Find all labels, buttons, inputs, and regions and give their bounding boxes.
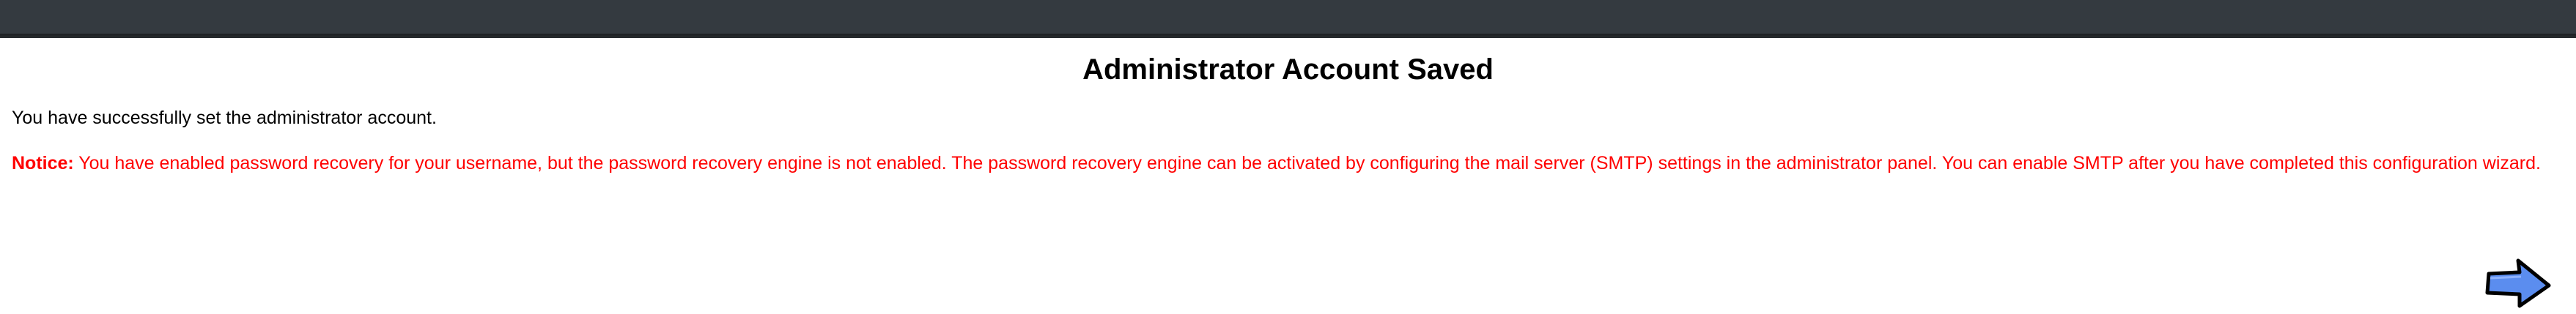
- success-message: You have successfully set the administra…: [12, 108, 437, 128]
- notice-text: You have enabled password recovery for y…: [73, 153, 2541, 173]
- navbar-shadow: [0, 34, 2576, 38]
- next-button[interactable]: [2483, 256, 2553, 309]
- notice-label: Notice:: [12, 153, 74, 173]
- page-title: Administrator Account Saved: [1082, 53, 1494, 86]
- right-arrow-icon: [2485, 258, 2551, 308]
- top-navbar: [0, 0, 2576, 34]
- notice-message: Notice: You have enabled password recove…: [12, 151, 2541, 176]
